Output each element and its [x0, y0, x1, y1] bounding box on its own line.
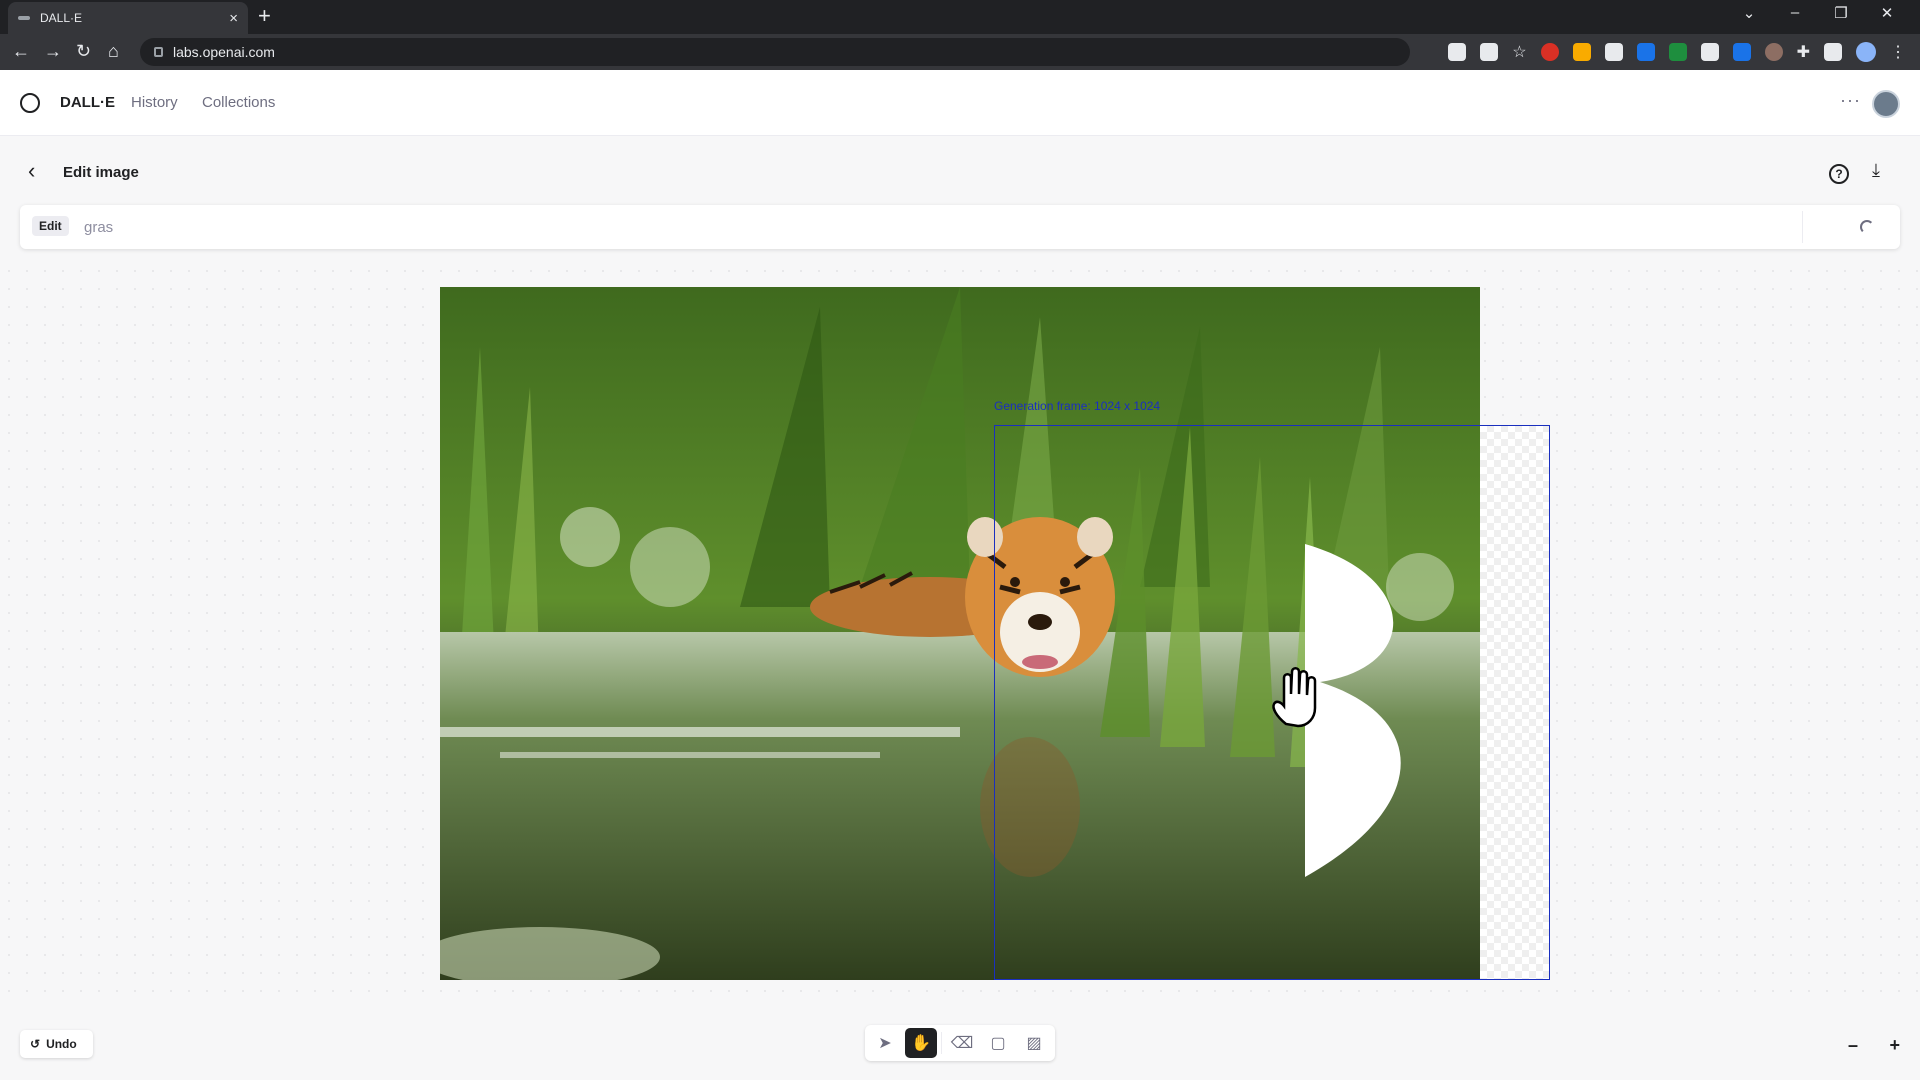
- browser-tab-bar: DALL·E × + ⌄ – ❐ ✕: [0, 0, 1920, 34]
- tab-close-icon[interactable]: ×: [229, 10, 238, 27]
- adblock-icon[interactable]: [1540, 43, 1559, 61]
- profile-icon[interactable]: [1856, 42, 1876, 62]
- forward-arrow-icon[interactable]: →: [44, 41, 62, 61]
- eraser-icon: ⌫: [950, 1035, 974, 1052]
- avatar[interactable]: [1872, 90, 1900, 118]
- nav-history[interactable]: History: [131, 94, 178, 111]
- prompt-bar: Edit: [20, 205, 1900, 249]
- tool-divider: [941, 1032, 942, 1054]
- browser-toolbar: ← → ↻ ⌂ labs.openai.com ☆ ✚ ⋮: [0, 34, 1920, 70]
- tool-palette: ➤ ✋ ⌫ ▢ ▨: [865, 1025, 1055, 1061]
- hand-icon: ✋: [911, 1035, 931, 1052]
- brand-link[interactable]: DALL·E: [60, 94, 115, 111]
- tab-title: DALL·E: [40, 11, 83, 25]
- lock-icon: [154, 47, 163, 57]
- pan-tool-button[interactable]: ✋: [905, 1028, 937, 1058]
- address-bar[interactable]: labs.openai.com: [140, 38, 1410, 66]
- zoom-in-button[interactable]: +: [1889, 1036, 1900, 1058]
- generation-frame-label: Generation frame: 1024 x 1024: [994, 399, 1161, 413]
- zoom-out-button[interactable]: –: [1848, 1036, 1858, 1058]
- edit-mode-chip: Edit: [32, 216, 69, 236]
- minimize-button[interactable]: –: [1772, 4, 1818, 22]
- color-wheel-icon[interactable]: [1732, 43, 1751, 61]
- extensions-icon[interactable]: ✚: [1797, 42, 1810, 62]
- sticky-notes-icon[interactable]: [1572, 43, 1591, 61]
- app-header: DALL·E History Collections ···: [0, 70, 1920, 136]
- restore-button[interactable]: ❐: [1818, 4, 1864, 22]
- more-options-button[interactable]: ···: [1840, 90, 1861, 111]
- translate-icon[interactable]: [1636, 43, 1655, 61]
- install-app-icon[interactable]: [1448, 43, 1467, 61]
- page-title: Edit image: [63, 164, 139, 181]
- browser-menu-icon[interactable]: ⋮: [1890, 42, 1906, 62]
- back-arrow-icon[interactable]: ←: [12, 41, 30, 61]
- undo-icon: ↺: [30, 1037, 41, 1051]
- download-icon[interactable]: ⤓: [1872, 160, 1880, 181]
- star-icon[interactable]: ☆: [1512, 42, 1526, 62]
- undo-button[interactable]: ↺ Undo: [20, 1030, 93, 1058]
- undo-label: Undo: [46, 1037, 77, 1051]
- select-tool-button[interactable]: ➤: [869, 1028, 901, 1058]
- back-chevron-icon[interactable]: ‹: [28, 160, 35, 182]
- extension-tray: ☆ ✚ ⋮: [1448, 42, 1906, 62]
- misc-ext-icon[interactable]: [1604, 43, 1623, 61]
- close-window-button[interactable]: ✕: [1864, 4, 1910, 22]
- brown-ext-icon[interactable]: [1764, 43, 1783, 61]
- camera-icon[interactable]: [1700, 43, 1719, 61]
- prompt-input[interactable]: [84, 214, 1804, 240]
- browser-tab[interactable]: DALL·E ×: [8, 2, 248, 34]
- reload-icon[interactable]: ↻: [76, 41, 91, 61]
- add-frame-icon: ▢: [990, 1035, 1006, 1052]
- arrow-pointer-icon: ➤: [878, 1035, 892, 1052]
- home-icon[interactable]: ⌂: [108, 41, 119, 61]
- help-icon[interactable]: ?: [1829, 164, 1849, 184]
- nav-collections[interactable]: Collections: [202, 94, 275, 111]
- eraser-tool-button[interactable]: ⌫: [946, 1028, 978, 1058]
- hand-cursor-icon: [1272, 667, 1317, 728]
- upload-image-button[interactable]: ▨: [1018, 1028, 1050, 1058]
- window-controls: ⌄ – ❐ ✕: [1726, 4, 1910, 22]
- zoom-controls: – +: [1848, 1036, 1900, 1058]
- loading-spinner-icon: [1860, 220, 1874, 234]
- share-icon[interactable]: [1480, 43, 1499, 61]
- tab-favicon-icon: [18, 16, 30, 20]
- add-frame-button[interactable]: ▢: [982, 1028, 1014, 1058]
- url-text: labs.openai.com: [173, 44, 275, 60]
- prompt-divider: [1802, 211, 1803, 243]
- openai-logo-icon[interactable]: [20, 93, 40, 113]
- image-upload-icon: ▨: [1026, 1035, 1042, 1052]
- tab-search-icon[interactable]: ⌄: [1726, 4, 1772, 22]
- download-green-icon[interactable]: [1668, 43, 1687, 61]
- sidebar-icon[interactable]: [1824, 43, 1842, 61]
- new-tab-button[interactable]: +: [258, 5, 271, 27]
